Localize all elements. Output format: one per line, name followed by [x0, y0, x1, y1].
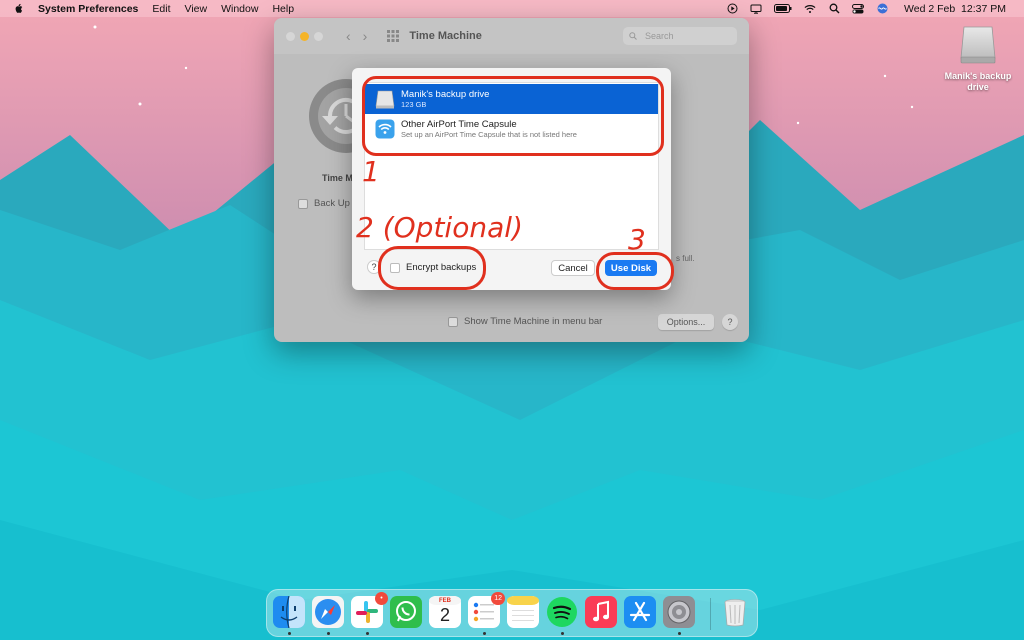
finder-icon — [273, 596, 305, 628]
display-icon[interactable] — [750, 3, 762, 14]
app-store-icon — [624, 596, 656, 628]
notes-icon — [507, 596, 539, 628]
menu-window[interactable]: Window — [221, 3, 258, 15]
wifi-icon[interactable] — [804, 3, 816, 14]
menu-edit[interactable]: Edit — [152, 3, 170, 15]
backup-automatically-checkbox[interactable]: Back Up — [298, 198, 350, 209]
show-in-menubar-checkbox[interactable]: Show Time Machine in menu bar — [448, 316, 602, 327]
running-indicator — [483, 632, 486, 635]
gear-icon — [663, 596, 695, 628]
dock: • FEB 2 12 — [266, 589, 758, 637]
play-circle-icon[interactable] — [726, 3, 738, 14]
show-in-menubar-label: Show Time Machine in menu bar — [464, 316, 603, 327]
annotation-step-1: 1 — [362, 155, 380, 188]
music-icon — [585, 596, 617, 628]
desktop-drive-label: Manik's backup drive — [944, 71, 1012, 92]
show-all-grid-icon[interactable] — [387, 30, 400, 42]
dock-slack[interactable]: • — [351, 592, 388, 628]
dock-system-preferences[interactable] — [663, 596, 695, 628]
menu-help[interactable]: Help — [272, 3, 294, 15]
calendar-day: 2 — [439, 605, 450, 625]
dock-whatsapp[interactable] — [390, 596, 422, 628]
dock-calendar[interactable]: FEB 2 — [429, 596, 461, 628]
forward-arrow-icon[interactable]: › — [363, 28, 368, 44]
external-drive-icon — [960, 26, 996, 64]
running-indicator — [678, 632, 681, 635]
cancel-button[interactable]: Cancel — [551, 260, 595, 276]
close-window-button[interactable] — [286, 31, 295, 41]
safari-icon — [312, 596, 344, 628]
annotation-oval-use-disk — [596, 252, 674, 290]
spotify-icon — [547, 597, 577, 627]
dock-separator — [710, 598, 711, 630]
prefs-search-field[interactable]: Search — [623, 27, 737, 45]
zoom-window-button[interactable] — [314, 31, 323, 41]
control-center-icon[interactable] — [852, 3, 865, 14]
whatsapp-icon — [390, 596, 422, 628]
desktop-drive[interactable]: Manik's backup drive — [940, 24, 1016, 93]
slack-badge: • — [375, 592, 388, 605]
apple-logo-icon[interactable] — [14, 3, 24, 14]
checkbox-box — [298, 198, 308, 209]
search-placeholder: Search — [645, 31, 674, 41]
prefs-help-button[interactable]: ? — [722, 314, 738, 330]
prefs-titlebar: ‹ › Time Machine Search — [274, 18, 749, 54]
running-indicator — [327, 632, 330, 635]
time-machine-label: Time M — [322, 173, 353, 183]
running-indicator — [366, 632, 369, 635]
menu-bar: System Preferences Edit View Window Help… — [0, 0, 1024, 17]
checkbox-box — [448, 316, 458, 327]
window-title: Time Machine — [409, 30, 482, 42]
annotation-step-2: 2 (Optional) — [356, 211, 523, 244]
dock-finder[interactable] — [273, 596, 305, 628]
dock-spotify[interactable] — [546, 596, 578, 628]
siri-icon[interactable] — [876, 3, 888, 14]
running-indicator — [288, 632, 291, 635]
minimize-window-button[interactable] — [300, 31, 309, 41]
reminders-badge: 12 — [491, 592, 505, 605]
dock-music[interactable] — [585, 596, 617, 628]
running-indicator — [561, 632, 564, 635]
trash-icon — [724, 599, 746, 627]
dock-notes[interactable] — [507, 596, 539, 628]
battery-icon[interactable] — [774, 3, 792, 14]
menu-view[interactable]: View — [185, 3, 208, 15]
menu-app-name[interactable]: System Preferences — [38, 3, 138, 15]
dock-reminders[interactable]: 12 — [468, 592, 505, 628]
annotation-oval-encrypt — [378, 246, 486, 290]
dock-app-store[interactable] — [624, 596, 656, 628]
search-icon[interactable] — [828, 3, 840, 14]
annotation-step-3: 3 — [628, 223, 646, 256]
disk-full-text: s full. — [676, 254, 695, 263]
annotation-oval-disk-list — [362, 76, 664, 156]
menubar-datetime[interactable]: Wed 2 Feb 12:37 PM — [904, 3, 1006, 15]
dock-trash[interactable] — [719, 596, 751, 628]
dock-safari[interactable] — [312, 596, 344, 628]
search-icon — [629, 32, 637, 40]
options-button[interactable]: Options... — [658, 314, 714, 330]
backup-auto-label: Back Up — [314, 198, 350, 209]
calendar-month: FEB — [439, 598, 451, 604]
back-arrow-icon[interactable]: ‹ — [346, 28, 351, 44]
